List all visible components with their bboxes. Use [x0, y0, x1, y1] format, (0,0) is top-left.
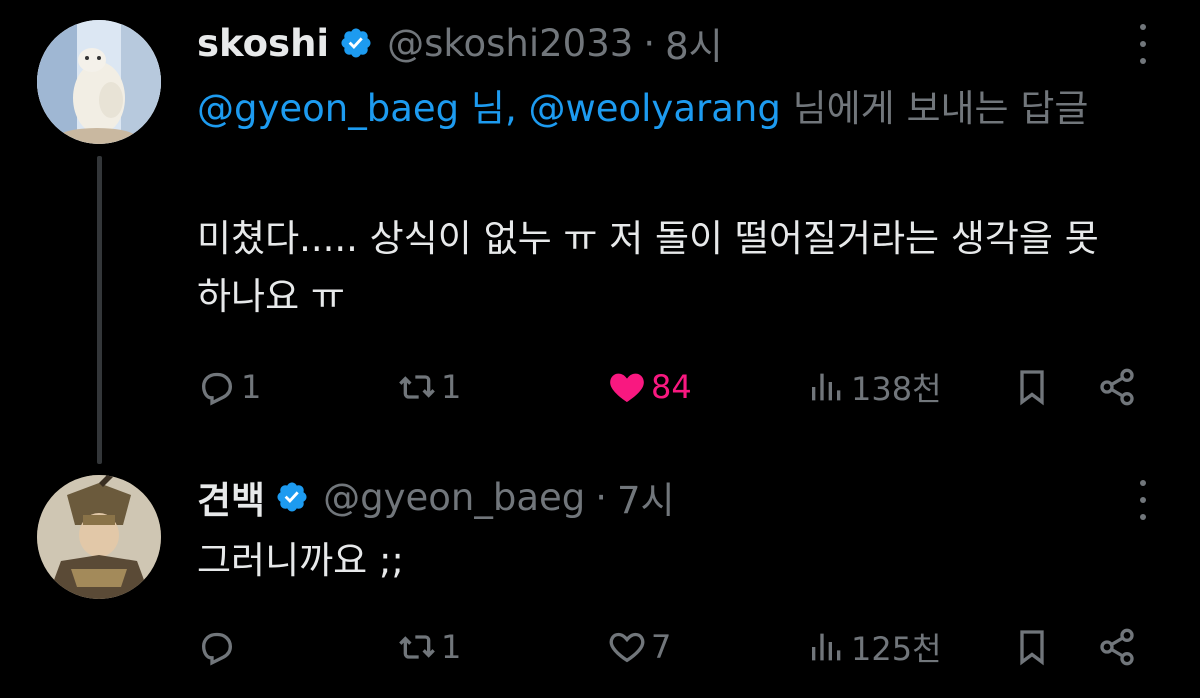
- tweet-header: 견백 @gyeon_baeg · 7시: [197, 474, 675, 523]
- reply-to-suffix: 님에게 보내는 답글: [780, 87, 1089, 130]
- mention-link[interactable]: @weolyarang: [528, 87, 780, 130]
- action-bar: 1 1 84 138천: [197, 362, 1157, 412]
- user-handle[interactable]: @gyeon_baeg: [323, 476, 585, 519]
- retweet-count: 1: [441, 368, 462, 406]
- timestamp[interactable]: 8시: [665, 16, 723, 70]
- views-button[interactable]: 125천: [807, 622, 942, 672]
- bookmark-icon: [1020, 370, 1044, 406]
- like-button[interactable]: 7: [607, 622, 671, 672]
- retweet-button[interactable]: 1: [397, 362, 461, 412]
- retweet-icon: [399, 375, 435, 399]
- share-button[interactable]: [1097, 622, 1137, 672]
- avatar[interactable]: [37, 20, 161, 144]
- tweet-text: 그러니까요 ;;: [197, 539, 404, 582]
- share-button[interactable]: [1097, 362, 1137, 412]
- tweet-skoshi: skoshi @skoshi2033 · 8시 @gyeon_baeg 님, @…: [0, 0, 1200, 450]
- share-icon: [1100, 628, 1134, 666]
- views-icon: [812, 373, 841, 401]
- view-count: 125천: [851, 630, 942, 668]
- display-name[interactable]: 견백: [197, 470, 265, 524]
- bookmark-icon: [1020, 630, 1044, 666]
- dot-separator: ·: [643, 21, 656, 65]
- reply-count: 1: [241, 368, 262, 406]
- share-icon: [1100, 368, 1134, 406]
- display-name[interactable]: skoshi: [197, 22, 329, 65]
- verified-badge-icon: [277, 482, 307, 512]
- heart-icon: [609, 632, 645, 663]
- tweet-header: skoshi @skoshi2033 · 8시: [197, 20, 723, 69]
- polar-bear-avatar-image: [37, 20, 161, 144]
- action-bar: 1 7 125천: [197, 622, 1157, 672]
- reply-to-line: @gyeon_baeg 님, @weolyarang 님에게 보내는 답글: [197, 82, 1127, 136]
- reply-icon: [201, 372, 233, 406]
- retweet-icon: [399, 635, 435, 659]
- reply-button[interactable]: 1: [197, 362, 261, 412]
- user-handle[interactable]: @skoshi2033: [387, 22, 633, 65]
- warrior-avatar-image: [37, 475, 161, 599]
- retweet-button[interactable]: 1: [397, 622, 461, 672]
- bookmark-button[interactable]: [1012, 362, 1052, 412]
- mention-link[interactable]: @gyeon_baeg 님,: [197, 87, 517, 130]
- views-button[interactable]: 138천: [807, 362, 942, 412]
- dot-separator: ·: [595, 475, 608, 519]
- heart-icon: [610, 373, 644, 402]
- views-icon: [812, 633, 841, 661]
- bookmark-button[interactable]: [1012, 622, 1052, 672]
- view-count: 138천: [851, 370, 942, 408]
- retweet-count: 1: [441, 628, 462, 666]
- more-icon[interactable]: [1134, 480, 1152, 520]
- like-count: 7: [651, 628, 672, 666]
- more-icon[interactable]: [1134, 24, 1152, 64]
- reply-button[interactable]: [197, 622, 241, 672]
- reply-icon: [201, 632, 233, 666]
- like-count: 84: [651, 368, 692, 406]
- verified-badge-icon: [341, 28, 371, 58]
- avatar[interactable]: [37, 475, 161, 599]
- like-button[interactable]: 84: [607, 362, 692, 412]
- timestamp[interactable]: 7시: [617, 470, 675, 524]
- tweet-text: 미쳤다..... 상식이 없누 ㅠ 저 돌이 떨어질거라는 생각을 못하나요 ㅠ: [197, 217, 1099, 318]
